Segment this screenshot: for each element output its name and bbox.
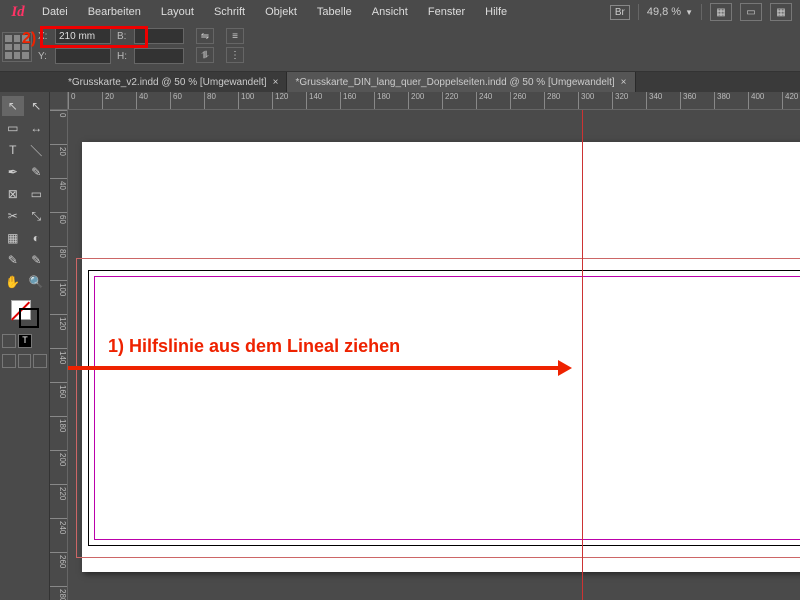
pen-tool[interactable]: ✒ — [2, 162, 24, 182]
control-bar: X: Y: B: H: ⇋ ⥮ ≡ ⋮ — [0, 24, 800, 72]
eyedropper-tool[interactable]: ✎ — [26, 250, 48, 270]
selection-tool[interactable]: ↖ — [2, 96, 24, 116]
pasteboard[interactable]: 1) Hilfslinie aus dem Lineal ziehen — [68, 110, 800, 600]
separator — [701, 4, 702, 20]
apply-mode-row[interactable] — [2, 354, 47, 368]
note-tool[interactable]: ✎ — [2, 250, 24, 270]
hand-tool[interactable]: ✋ — [2, 272, 24, 292]
w-input[interactable] — [134, 28, 184, 44]
color-mode-row[interactable]: T — [2, 334, 47, 348]
scissors-tool[interactable]: ✂ — [2, 206, 24, 226]
menu-hilfe[interactable]: Hilfe — [475, 2, 517, 22]
zoom-value: 49,8 % — [647, 6, 681, 18]
menu-datei[interactable]: Datei — [32, 2, 78, 22]
screen-mode-icon[interactable]: ▭ — [740, 3, 762, 21]
zoom-level[interactable]: 49,8 % ▼ — [647, 6, 693, 18]
canvas-area[interactable]: 0204060801001201401601802002202402602803… — [50, 92, 800, 600]
close-icon[interactable]: × — [273, 77, 279, 88]
toolbox: ↖↖ ▭↔ T＼ ✒✎ ⊠▭ ✂⤡ ▦◐ ✎✎ ✋🔍 T — [0, 92, 50, 600]
zoom-tool[interactable]: 🔍 — [26, 272, 48, 292]
annotation-arrow — [68, 366, 566, 370]
pencil-tool[interactable]: ✎ — [26, 162, 48, 182]
gradient-feather-tool[interactable]: ◐ — [26, 228, 48, 248]
bridge-badge[interactable]: Br — [610, 5, 630, 20]
workspace: ↖↖ ▭↔ T＼ ✒✎ ⊠▭ ✂⤡ ▦◐ ✎✎ ✋🔍 T 02040608010… — [0, 92, 800, 600]
line-tool[interactable]: ＼ — [26, 140, 48, 160]
h-label: H: — [117, 51, 131, 62]
page-tool[interactable]: ▭ — [2, 118, 24, 138]
close-icon[interactable]: × — [621, 77, 627, 88]
x-label: X: — [38, 31, 52, 42]
menu-objekt[interactable]: Objekt — [255, 2, 307, 22]
align-icon[interactable]: ≡ — [226, 28, 244, 44]
vertical-ruler[interactable]: 020406080100120140160180200220240260280 — [50, 110, 68, 600]
document-tabs: *Grusskarte_v2.indd @ 50 % [Umgewandelt]… — [0, 72, 800, 92]
view-options-icon[interactable]: ▦ — [710, 3, 732, 21]
separator — [638, 4, 639, 20]
arrange-icon[interactable]: ▦ — [770, 3, 792, 21]
menu-tabelle[interactable]: Tabelle — [307, 2, 362, 22]
menu-ansicht[interactable]: Ansicht — [362, 2, 418, 22]
type-tool[interactable]: T — [2, 140, 24, 160]
distribute-icon[interactable]: ⋮ — [226, 47, 244, 63]
free-transform-tool[interactable]: ⤡ — [26, 206, 48, 226]
flip-h-icon[interactable]: ⇋ — [196, 28, 214, 44]
menu-layout[interactable]: Layout — [151, 2, 204, 22]
y-input[interactable] — [55, 48, 111, 64]
doc-tab-label: *Grusskarte_DIN_lang_quer_Doppelseiten.i… — [295, 77, 614, 88]
rectangle-tool[interactable]: ▭ — [26, 184, 48, 204]
y-label: Y: — [38, 51, 52, 62]
fill-stroke-swatch[interactable] — [2, 300, 47, 328]
w-label: B: — [117, 31, 131, 42]
doc-tab-2[interactable]: *Grusskarte_DIN_lang_quer_Doppelseiten.i… — [287, 72, 635, 92]
doc-tab-label: *Grusskarte_v2.indd @ 50 % [Umgewandelt] — [68, 77, 267, 88]
horizontal-ruler[interactable]: 0204060801001201401601802002202402602803… — [68, 92, 800, 110]
margin-box — [94, 276, 800, 540]
gradient-swatch-tool[interactable]: ▦ — [2, 228, 24, 248]
menubar: Id Datei Bearbeiten Layout Schrift Objek… — [0, 0, 800, 24]
annotation-step2: 2) — [22, 30, 36, 48]
ruler-origin[interactable] — [50, 92, 68, 110]
app-logo: Id — [4, 0, 32, 24]
annotation-step1: 1) Hilfslinie aus dem Lineal ziehen — [108, 336, 400, 357]
menu-fenster[interactable]: Fenster — [418, 2, 475, 22]
doc-tab-1[interactable]: *Grusskarte_v2.indd @ 50 % [Umgewandelt]… — [60, 72, 287, 92]
vertical-guide[interactable] — [582, 110, 583, 600]
h-input[interactable] — [134, 48, 184, 64]
rectangle-frame-tool[interactable]: ⊠ — [2, 184, 24, 204]
direct-selection-tool[interactable]: ↖ — [26, 96, 48, 116]
menu-schrift[interactable]: Schrift — [204, 2, 255, 22]
chevron-down-icon: ▼ — [685, 8, 693, 17]
flip-v-icon[interactable]: ⥮ — [196, 47, 214, 63]
gap-tool[interactable]: ↔ — [26, 118, 48, 138]
menu-bearbeiten[interactable]: Bearbeiten — [78, 2, 151, 22]
x-input[interactable] — [55, 28, 111, 44]
